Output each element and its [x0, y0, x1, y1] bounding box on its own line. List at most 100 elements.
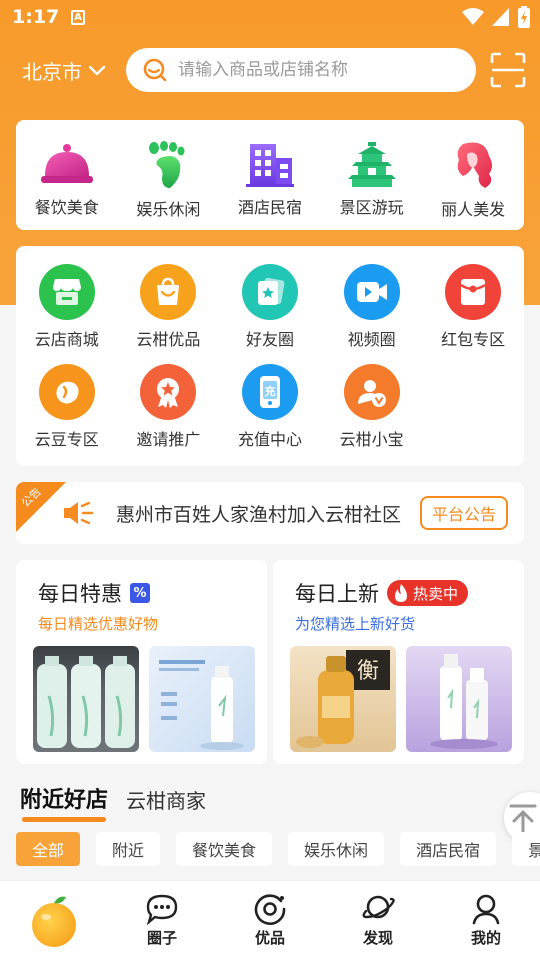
nav-label: 优品 [254, 929, 285, 947]
store-icon [38, 264, 95, 320]
nav-label: 圈子 [146, 929, 177, 947]
category-card: 餐饮美食 娱乐休闲 酒店民宿 景区游玩 丽人美发 [16, 120, 524, 230]
chip-all[interactable]: 全部 [16, 832, 81, 866]
service-label: 云柑小宝 [339, 430, 404, 449]
category-entertainment[interactable]: 娱乐休闲 [118, 120, 220, 230]
daily-deal-card[interactable]: 每日特惠 % 每日精选优惠好物 [16, 560, 267, 764]
service-cloud-bean[interactable]: 云豆专区 [16, 364, 118, 464]
chevron-down-icon [88, 65, 106, 75]
hot-selling-badge: 热卖中 [387, 580, 469, 606]
bean-icon [38, 364, 95, 420]
daily-deal-title-text: 每日特惠 [38, 582, 122, 606]
orange-fruit-icon [32, 896, 76, 947]
wifi-icon [462, 8, 484, 25]
announcement-ribbon [16, 482, 66, 532]
service-red-packet[interactable]: 红包专区 [422, 264, 524, 364]
service-label: 邀请推广 [136, 430, 201, 449]
nav-youpin[interactable]: 优品 [216, 881, 324, 960]
service-label: 云豆专区 [34, 430, 99, 449]
pagoda-icon [347, 142, 396, 187]
city-label: 北京市 [22, 60, 82, 84]
chip-entertainment[interactable]: 娱乐休闲 [288, 832, 385, 866]
chip-hotel[interactable]: 酒店民宿 [400, 832, 497, 866]
percent-badge-icon: % [130, 583, 150, 603]
service-yungan-assistant[interactable]: 云柑小宝 [321, 364, 423, 464]
footprint-icon [149, 141, 185, 188]
svg-text:充: 充 [264, 384, 275, 398]
services-card: 云店商城 云柑优品 好友圈 视频圈 红包专区 云豆专区 邀请推广 充 充值中心 … [16, 246, 524, 466]
assistant-user-icon [343, 364, 400, 420]
product-image-cosmetics[interactable] [406, 646, 512, 752]
nav-home[interactable] [0, 881, 108, 960]
video-icon [343, 264, 400, 320]
search-bar[interactable] [126, 48, 476, 92]
hair-icon [457, 142, 493, 188]
announcement-text: 惠州市百姓人家渔村加入云柑社区 [116, 504, 402, 526]
scan-icon[interactable] [490, 52, 526, 88]
category-scenic[interactable]: 景区游玩 [321, 120, 423, 230]
search-icon [143, 58, 167, 82]
daily-new-subtitle: 为您精选上新好货 [295, 615, 416, 633]
recharge-phone-icon: 充 [241, 364, 298, 420]
fire-icon [395, 584, 407, 602]
chat-bubble-icon [146, 894, 178, 925]
cloche-icon [40, 144, 93, 183]
category-label: 景区游玩 [339, 198, 404, 217]
nav-label: 我的 [470, 929, 501, 947]
section-tabs: 附近好店 云柑商家 [20, 782, 206, 822]
service-video-circle[interactable]: 视频圈 [321, 264, 423, 364]
chip-dining[interactable]: 餐饮美食 [176, 832, 273, 866]
user-icon [472, 894, 500, 925]
product-image-spray[interactable] [149, 646, 255, 752]
service-label: 云柑优品 [136, 330, 201, 349]
svg-text:衡: 衡 [357, 659, 379, 684]
chip-nearby[interactable]: 附近 [96, 832, 161, 866]
red-packet-icon [445, 264, 502, 320]
tab-yungan-merchants[interactable]: 云柑商家 [126, 785, 206, 822]
tab-nearby-shops[interactable]: 附近好店 [20, 782, 108, 822]
service-label: 视频圈 [347, 330, 396, 349]
category-label: 丽人美发 [441, 200, 506, 219]
service-label: 云店商城 [34, 330, 99, 349]
category-hotel[interactable]: 酒店民宿 [219, 120, 321, 230]
nav-mine[interactable]: 我的 [432, 881, 540, 960]
service-label: 红包专区 [441, 330, 506, 349]
category-label: 餐饮美食 [34, 198, 99, 217]
service-recharge-center[interactable]: 充 充值中心 [219, 364, 321, 464]
nav-label: 发现 [362, 929, 393, 947]
hot-selling-label: 热卖中 [413, 584, 459, 603]
arrow-to-top-icon [509, 804, 537, 833]
daily-new-title: 每日上新 热卖中 [295, 578, 469, 608]
service-friends-circle[interactable]: 好友圈 [219, 264, 321, 364]
category-label: 酒店民宿 [237, 198, 302, 217]
category-label: 娱乐休闲 [136, 200, 201, 219]
nav-circle[interactable]: 圈子 [108, 881, 216, 960]
award-icon [140, 364, 197, 420]
nav-discover[interactable]: 发现 [324, 881, 432, 960]
service-cloud-store[interactable]: 云店商城 [16, 264, 118, 364]
font-a-icon: A [71, 10, 85, 25]
category-dining[interactable]: 餐饮美食 [16, 120, 118, 230]
city-selector[interactable]: 北京市 [22, 56, 106, 85]
daily-new-title-text: 每日上新 [295, 582, 379, 606]
speaker-icon [64, 501, 94, 525]
target-icon [254, 894, 286, 925]
announcement-bar[interactable]: 公告 惠州市百姓人家渔村加入云柑社区 平台公告 [16, 482, 524, 544]
status-time: 1:17 [12, 6, 60, 28]
chip-scenic[interactable]: 景 [512, 832, 540, 866]
filter-chips: 全部 附近 餐饮美食 娱乐休闲 酒店民宿 景 [16, 832, 540, 866]
product-image-bottles[interactable] [33, 646, 139, 752]
service-label: 充值中心 [237, 430, 302, 449]
service-invite-promote[interactable]: 邀请推广 [118, 364, 220, 464]
hotel-building-icon [245, 144, 294, 187]
daily-deal-title: 每日特惠 % [38, 578, 150, 608]
search-input[interactable] [178, 60, 458, 80]
category-beauty[interactable]: 丽人美发 [422, 120, 524, 230]
status-bar: 1:17 A [0, 0, 540, 36]
platform-announcement-button[interactable]: 平台公告 [420, 496, 508, 530]
planet-icon [362, 895, 395, 919]
daily-new-card[interactable]: 每日上新 热卖中 为您精选上新好货 衡 [273, 560, 524, 764]
product-image-shampoo[interactable]: 衡 [290, 646, 396, 752]
service-yungan-youpin[interactable]: 云柑优品 [118, 264, 220, 364]
daily-deal-subtitle: 每日精选优惠好物 [38, 615, 159, 633]
